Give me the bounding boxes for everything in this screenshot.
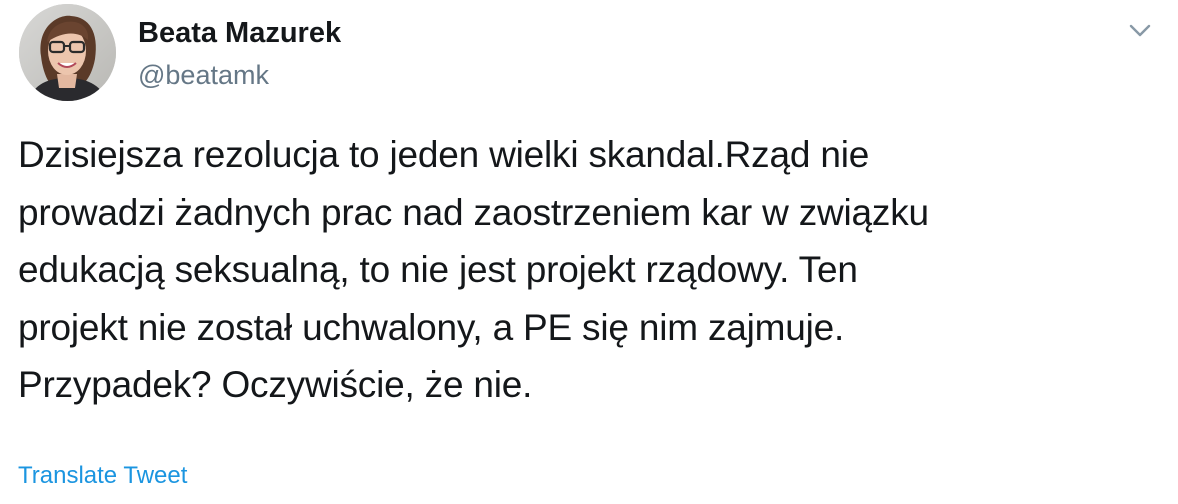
tweet-text-line: edukacją seksualną, to nie jest projekt … — [18, 249, 858, 290]
tweet-text-line: projekt nie został uchwalony, a PE się n… — [18, 306, 845, 348]
avatar[interactable] — [19, 4, 116, 101]
tweet-text-line: Dzisiejsza rezolucja to jeden wielki ska… — [18, 134, 870, 175]
tweet-text-line: Przypadek? Oczywiście, że nie. — [18, 364, 533, 405]
tweet-text-line: prowadzi żadnych prac nad zaostrzeniem k… — [18, 191, 929, 233]
user-handle[interactable]: @beatamk — [138, 56, 341, 94]
author-info: Beata Mazurek @beatamk — [138, 14, 341, 94]
avatar-photo-icon — [19, 4, 116, 101]
chevron-down-icon — [1129, 24, 1151, 37]
tweet-text: Dzisiejsza rezolucja to jeden wielki ska… — [18, 126, 1148, 414]
tweet-card: Beata Mazurek @beatamk Dzisiejsza rezolu… — [0, 0, 1178, 504]
translate-tweet-link[interactable]: Translate Tweet — [18, 462, 187, 490]
tweet-menu-button[interactable] — [1122, 16, 1158, 46]
display-name[interactable]: Beata Mazurek — [138, 14, 341, 52]
